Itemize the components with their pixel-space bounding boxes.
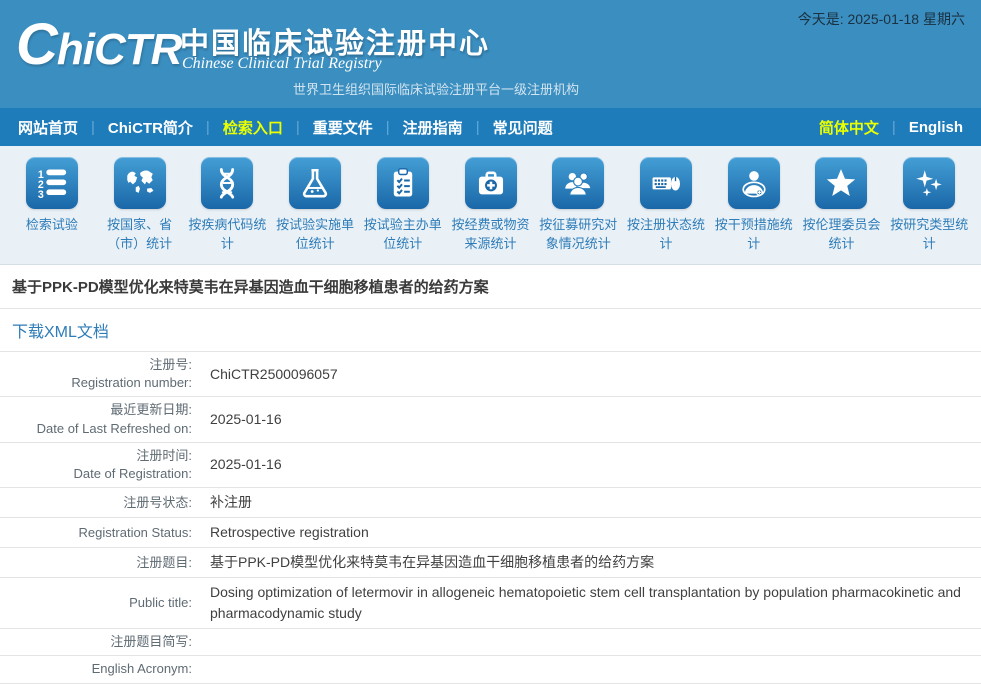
toolbar-item-label: 按伦理委员会统计 [798, 216, 886, 254]
chictr-logo[interactable]: ChiCTR [16, 16, 181, 74]
nav-divider: | [476, 119, 480, 136]
svg-text:3: 3 [38, 189, 44, 200]
nav-item-documents[interactable]: 重要文件 [313, 117, 373, 138]
toolbar-item-by-study-type[interactable]: 按研究类型统计 [885, 157, 973, 264]
download-xml-link[interactable]: 下载XML文档 [12, 324, 109, 341]
statistics-toolbar: 1 2 3 检索试验 按国家、省（市）统计 [0, 146, 981, 265]
toolbar-item-label: 按试验实施单位统计 [271, 216, 359, 254]
row-value: Dosing optimization of letermovir in all… [200, 578, 981, 628]
row-label: Public title: [0, 590, 200, 616]
table-row-last-refreshed: 最近更新日期:Date of Last Refreshed on: 2025-0… [0, 397, 981, 442]
table-row-registration-number: 注册号:Registration number: ChiCTR250009605… [0, 352, 981, 397]
nav-divider: | [386, 119, 390, 136]
table-row-public-title-zh: 注册题目: 基于PPK-PD模型优化来特莫韦在异基因造血干细胞移植患者的给药方案 [0, 548, 981, 578]
toolbar-item-label: 按注册状态统计 [622, 216, 710, 254]
site-header: ChiCTR 中国临床试验注册中心 Chinese Clinical Trial… [0, 0, 981, 108]
registration-detail-table: 注册号:Registration number: ChiCTR250009605… [0, 352, 981, 684]
numbered-list-icon: 1 2 3 [26, 157, 78, 209]
toolbar-item-label: 按疾病代码统计 [183, 216, 271, 254]
toolbar-item-by-funding-source[interactable]: 按经费或物资来源统计 [447, 157, 535, 264]
toolbar-item-label: 按试验主办单位统计 [359, 216, 447, 254]
lang-switch-english[interactable]: English [909, 119, 963, 136]
star-icon [815, 157, 867, 209]
row-value: 2025-01-16 [200, 405, 981, 434]
row-label: 注册号:Registration number: [0, 352, 200, 396]
toolbar-item-search-trials[interactable]: 1 2 3 检索试验 [8, 157, 96, 264]
dna-icon [201, 157, 253, 209]
row-label: Registration Status: [0, 520, 200, 546]
lang-switch-chinese[interactable]: 简体中文 [819, 117, 879, 138]
download-xml-row: 下载XML文档 [0, 309, 981, 352]
row-label: 注册题目简写: [0, 629, 200, 655]
toolbar-item-by-implementing-unit[interactable]: 按试验实施单位统计 [271, 157, 359, 264]
table-row-title-acronym-zh: 注册题目简写: [0, 629, 981, 656]
toolbar-item-label: 按征募研究对象情况统计 [534, 216, 622, 254]
toolbar-item-by-disease-code[interactable]: 按疾病代码统计 [183, 157, 271, 264]
nav-item-faq[interactable]: 常见问题 [493, 117, 553, 138]
toolbar-item-label: 检索试验 [8, 216, 96, 235]
row-value: 基于PPK-PD模型优化来特莫韦在异基因造血干细胞移植患者的给药方案 [200, 548, 981, 577]
doctor-icon [728, 157, 780, 209]
toolbar-item-by-country[interactable]: 按国家、省（市）统计 [96, 157, 184, 264]
current-date: 今天是: 2025-01-18 星期六 [798, 9, 965, 29]
nav-divider: | [892, 119, 896, 136]
nav-item-guide[interactable]: 注册指南 [403, 117, 463, 138]
site-subtitle: 世界卫生组织国际临床试验注册平台一级注册机构 [293, 79, 579, 98]
row-value: 2025-01-16 [200, 450, 981, 479]
table-row-date-of-registration: 注册时间:Date of Registration: 2025-01-16 [0, 443, 981, 488]
row-label: 最近更新日期:Date of Last Refreshed on: [0, 397, 200, 441]
flask-icon [289, 157, 341, 209]
row-label: 注册题目: [0, 550, 200, 576]
world-map-icon [114, 157, 166, 209]
nav-item-search[interactable]: 检索入口 [223, 117, 283, 138]
sparkles-icon [903, 157, 955, 209]
row-label: 注册号状态: [0, 490, 200, 516]
site-title-en: Chinese Clinical Trial Registry [182, 55, 382, 73]
nav-divider: | [296, 119, 300, 136]
table-row-registration-status-en: Registration Status: Retrospective regis… [0, 518, 981, 548]
row-value: Retrospective registration [200, 518, 981, 547]
people-group-icon [552, 157, 604, 209]
toolbar-item-by-registration-status[interactable]: 按注册状态统计 [622, 157, 710, 264]
toolbar-item-label: 按干预措施统计 [710, 216, 798, 254]
toolbar-item-label: 按研究类型统计 [885, 216, 973, 254]
clipboard-icon [377, 157, 429, 209]
toolbar-item-by-sponsor-unit[interactable]: 按试验主办单位统计 [359, 157, 447, 264]
toolbar-item-label: 按经费或物资来源统计 [447, 216, 535, 254]
toolbar-item-by-intervention[interactable]: 按干预措施统计 [710, 157, 798, 264]
row-value [200, 638, 981, 646]
toolbar-item-label: 按国家、省（市）统计 [96, 216, 184, 254]
nav-divider: | [91, 119, 95, 136]
row-label: English Acronym: [0, 656, 200, 682]
table-row-english-acronym: English Acronym: [0, 656, 981, 683]
keyboard-mouse-icon [640, 157, 692, 209]
row-value: ChiCTR2500096057 [200, 360, 981, 389]
nav-divider: | [206, 119, 210, 136]
toolbar-item-by-recruitment-status[interactable]: 按征募研究对象情况统计 [534, 157, 622, 264]
row-value [200, 665, 981, 673]
nav-item-home[interactable]: 网站首页 [18, 117, 78, 138]
nav-item-about[interactable]: ChiCTR简介 [108, 117, 193, 138]
row-value: 补注册 [200, 488, 981, 517]
first-aid-kit-icon [465, 157, 517, 209]
toolbar-item-by-ethics-committee[interactable]: 按伦理委员会统计 [798, 157, 886, 264]
page-title: 基于PPK-PD模型优化来特莫韦在异基因造血干细胞移植患者的给药方案 [0, 265, 981, 309]
main-nav: 网站首页 | ChiCTR简介 | 检索入口 | 重要文件 | 注册指南 | 常… [0, 108, 981, 146]
table-row-public-title-en: Public title: Dosing optimization of let… [0, 578, 981, 629]
table-row-registration-status-zh: 注册号状态: 补注册 [0, 488, 981, 518]
row-label: 注册时间:Date of Registration: [0, 443, 200, 487]
